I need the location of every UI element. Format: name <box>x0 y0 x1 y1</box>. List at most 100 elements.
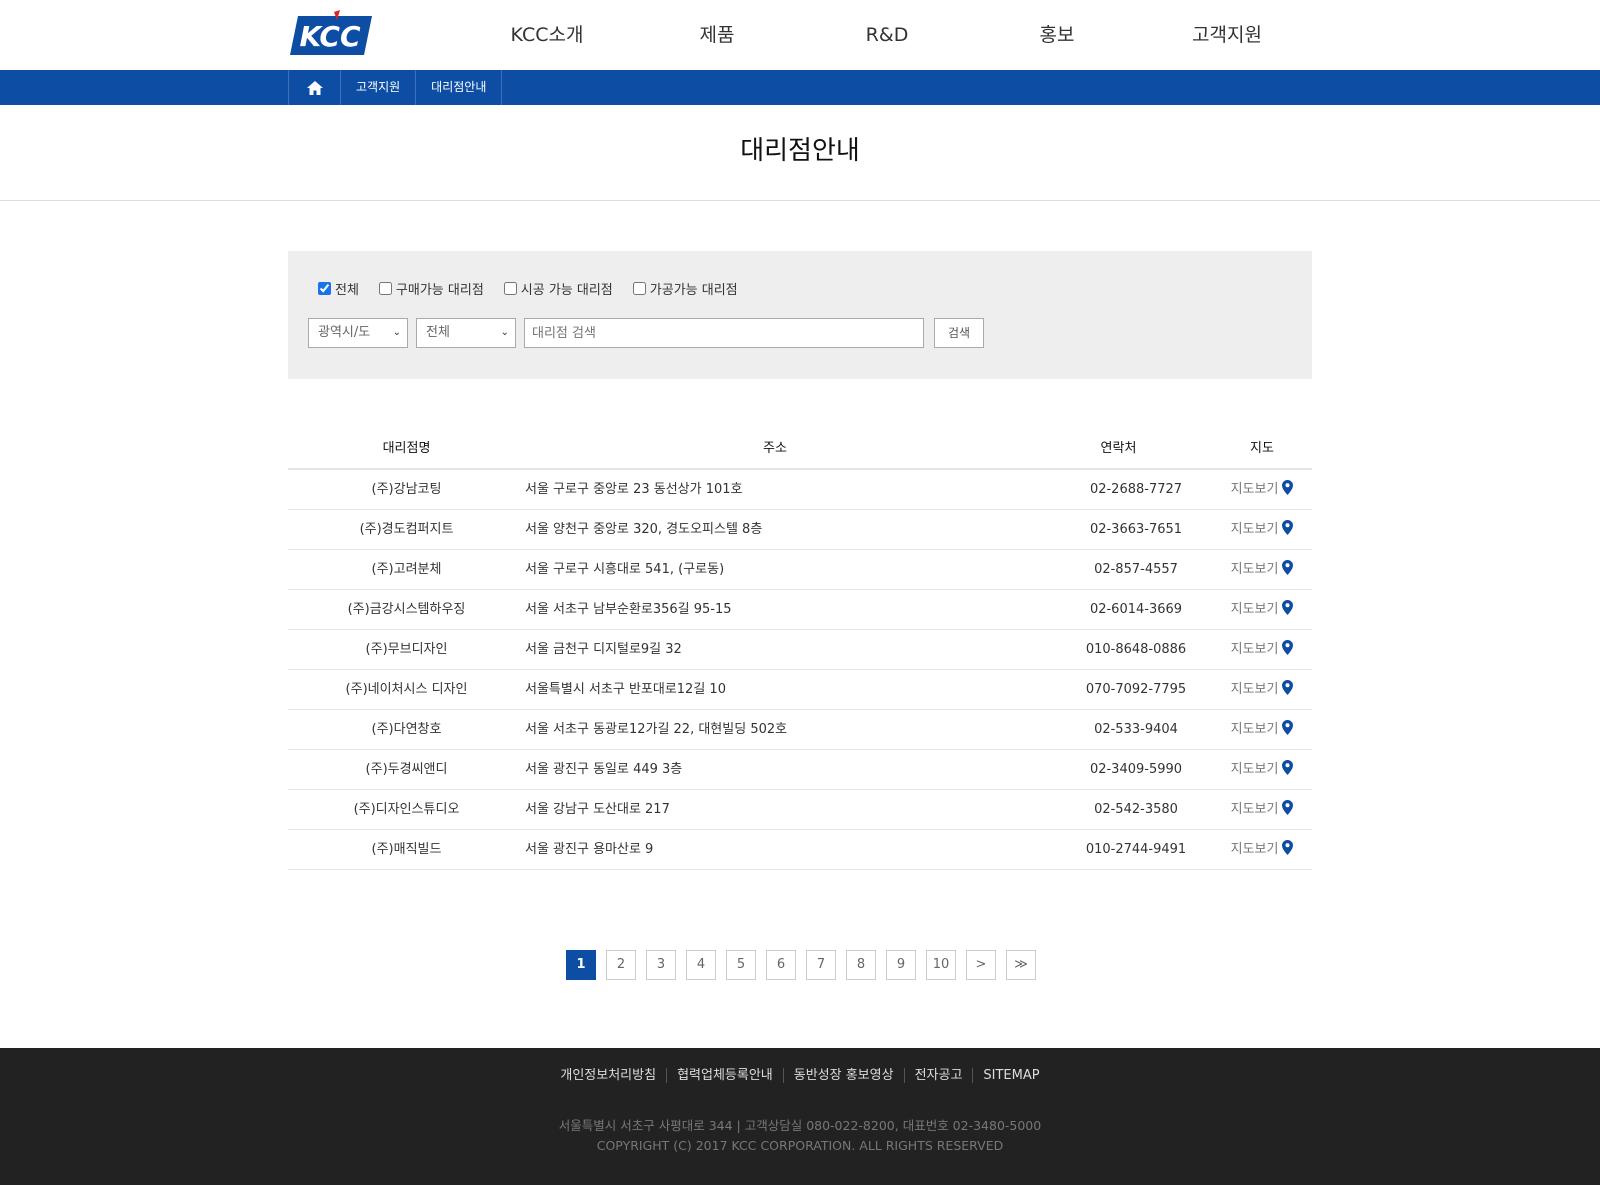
filter-all-label: 전체 <box>335 283 359 298</box>
map-pin-icon <box>1282 760 1294 775</box>
filter-process-label: 가공가능 대리점 <box>649 283 738 298</box>
next-page-button[interactable]: > <box>966 950 996 980</box>
map-pin-icon <box>1282 720 1294 735</box>
page-3-button[interactable]: 3 <box>646 950 676 980</box>
nav-item-support[interactable]: 고객지원 <box>1142 0 1312 70</box>
page-4-button[interactable]: 4 <box>686 950 716 980</box>
dealer-address: 서울 양천구 중앙로 320, 경도오피스텔 8층 <box>525 522 763 537</box>
page-10-button[interactable]: 10 <box>926 950 956 980</box>
pagination: 1 2 3 4 5 6 7 8 9 10 > ≫ <box>566 950 1046 980</box>
map-pin-icon <box>1282 520 1294 535</box>
district-select[interactable]: 전체 ⌄ <box>416 318 516 348</box>
header-name: 대리점명 <box>382 441 431 456</box>
dealer-name: (주)두경씨앤디 <box>365 762 448 777</box>
map-pin-icon <box>1282 480 1294 495</box>
page-5-button[interactable]: 5 <box>726 950 756 980</box>
dealer-phone: 010-8648-0886 <box>1085 642 1187 657</box>
filter-install-label: 시공 가능 대리점 <box>520 283 613 298</box>
map-link[interactable]: 지도보기 <box>1212 830 1312 869</box>
table-row: (주)매직빌드 서울 광진구 용마산로 9 010-2744-9491 지도보기 <box>288 830 1312 870</box>
map-pin-icon <box>1282 600 1294 615</box>
footer-link-video[interactable]: 동반성장 홍보영상 <box>782 1068 904 1083</box>
nav-item-about[interactable]: KCC소개 <box>462 0 632 70</box>
filter-all-checkbox[interactable] <box>318 282 331 295</box>
map-pin-icon <box>1282 800 1294 815</box>
nav-item-rnd[interactable]: R&D <box>802 0 972 70</box>
filter-install[interactable]: 시공 가능 대리점 <box>503 279 613 298</box>
table-header: 대리점명 주소 연락처 지도 <box>288 428 1312 470</box>
region-select[interactable]: 광역시/도 ⌄ <box>308 318 408 348</box>
dealer-name: (주)다연창호 <box>371 722 442 737</box>
dealer-search-input[interactable] <box>524 318 924 348</box>
footer-link-privacy[interactable]: 개인정보처리방침 <box>550 1068 666 1083</box>
site-header: KCC KCC소개 제품 R&D 홍보 고객지원 <box>0 0 1600 70</box>
home-button[interactable] <box>289 70 341 105</box>
filter-install-checkbox[interactable] <box>503 282 517 295</box>
dealer-address: 서울 금천구 디지털로9길 32 <box>525 642 682 657</box>
table-row: (주)두경씨앤디 서울 광진구 동일로 449 3층 02-3409-5990 지도보… <box>288 750 1312 790</box>
dealer-name: (주)고려분체 <box>371 562 442 577</box>
dealer-phone: 02-857-4557 <box>1094 562 1178 577</box>
page-7-button[interactable]: 7 <box>806 950 836 980</box>
filter-purchase-label: 구매가능 대리점 <box>395 283 484 298</box>
dealer-address: 서울 강남구 도산대로 217 <box>525 802 670 817</box>
search-button[interactable]: 검색 <box>934 318 984 348</box>
map-link-label: 지도보기 <box>1230 602 1279 617</box>
filter-all[interactable]: 전체 <box>318 279 359 298</box>
map-link[interactable]: 지도보기 <box>1212 550 1312 589</box>
title-divider <box>0 200 1600 201</box>
dealer-phone: 02-2688-7727 <box>1089 482 1183 497</box>
breadcrumb-item-support[interactable]: 고객지원 <box>341 70 417 105</box>
filter-purchase[interactable]: 구매가능 대리점 <box>378 279 484 298</box>
nav-item-products[interactable]: 제품 <box>632 0 802 70</box>
dealer-phone: 02-6014-3669 <box>1089 602 1183 617</box>
dealer-phone: 02-533-9404 <box>1094 722 1178 737</box>
map-link-label: 지도보기 <box>1230 562 1279 577</box>
map-link[interactable]: 지도보기 <box>1212 710 1312 749</box>
header-address: 주소 <box>763 441 787 456</box>
table-row: (주)다연창호 서울 서초구 동광로12가길 22, 대현빌딩 502호 02-53… <box>288 710 1312 750</box>
map-pin-icon <box>1282 840 1294 855</box>
footer-link-notice[interactable]: 전자공고 <box>903 1068 973 1083</box>
last-page-button[interactable]: ≫ <box>1006 950 1036 980</box>
map-link-label: 지도보기 <box>1230 682 1279 697</box>
main-nav: KCC소개 제품 R&D 홍보 고객지원 <box>462 0 1312 70</box>
map-link[interactable]: 지도보기 <box>1212 670 1312 709</box>
map-pin-icon <box>1282 640 1294 655</box>
filter-process-checkbox[interactable] <box>632 282 646 295</box>
map-link[interactable]: 지도보기 <box>1212 590 1312 629</box>
page-2-button[interactable]: 2 <box>606 950 636 980</box>
page-9-button[interactable]: 9 <box>886 950 916 980</box>
dealer-phone: 02-3409-5990 <box>1089 762 1183 777</box>
filter-checkboxes: 전체 구매가능 대리점 시공 가능 대리점 가공가능 대리점 <box>318 279 758 298</box>
footer-address: 서울특별시 서초구 사평대로 344 | 고객상담실 080-022-8200,… <box>558 1118 1042 1133</box>
search-controls: 광역시/도 ⌄ 전체 ⌄ 검색 <box>308 318 984 348</box>
dealer-name: (주)강남코팅 <box>371 482 442 497</box>
map-link-label: 지도보기 <box>1230 762 1279 777</box>
map-link[interactable]: 지도보기 <box>1212 750 1312 789</box>
footer-info: 서울특별시 서초구 사평대로 344 | 고객상담실 080-022-8200,… <box>0 1116 1600 1156</box>
search-panel: 전체 구매가능 대리점 시공 가능 대리점 가공가능 대리점 광역시/도 ⌄ 전… <box>288 251 1312 379</box>
nav-item-pr[interactable]: 홍보 <box>972 0 1142 70</box>
dealer-name: (주)네이처시스 디자인 <box>345 682 468 697</box>
page-6-button[interactable]: 6 <box>766 950 796 980</box>
footer-links: 개인정보처리방침 협력업체등록안내 동반성장 홍보영상 전자공고 SITEMAP <box>0 1068 1600 1083</box>
footer-link-sitemap[interactable]: SITEMAP <box>972 1068 1049 1083</box>
table-row: (주)디자인스튜디오 서울 강남구 도산대로 217 02-542-3580 지도보기 <box>288 790 1312 830</box>
footer-copyright: COPYRIGHT (C) 2017 KCC CORPORATION. ALL … <box>596 1138 1004 1153</box>
map-link[interactable]: 지도보기 <box>1212 790 1312 829</box>
map-link[interactable]: 지도보기 <box>1212 470 1312 509</box>
page-8-button[interactable]: 8 <box>846 950 876 980</box>
dealer-phone: 02-542-3580 <box>1094 802 1178 817</box>
breadcrumb-item-dealers[interactable]: 대리점안내 <box>416 70 503 105</box>
footer-link-partner[interactable]: 협력업체등록안내 <box>666 1068 783 1083</box>
dealer-name: (주)금강시스템하우징 <box>347 602 466 617</box>
header-phone: 연락처 <box>1100 441 1137 456</box>
map-link[interactable]: 지도보기 <box>1212 510 1312 549</box>
dealer-phone: 010-2744-9491 <box>1085 842 1187 857</box>
filter-purchase-checkbox[interactable] <box>378 282 392 295</box>
filter-process[interactable]: 가공가능 대리점 <box>632 279 738 298</box>
page-1-button[interactable]: 1 <box>566 950 596 980</box>
kcc-logo[interactable]: KCC <box>290 10 372 55</box>
map-link[interactable]: 지도보기 <box>1212 630 1312 669</box>
